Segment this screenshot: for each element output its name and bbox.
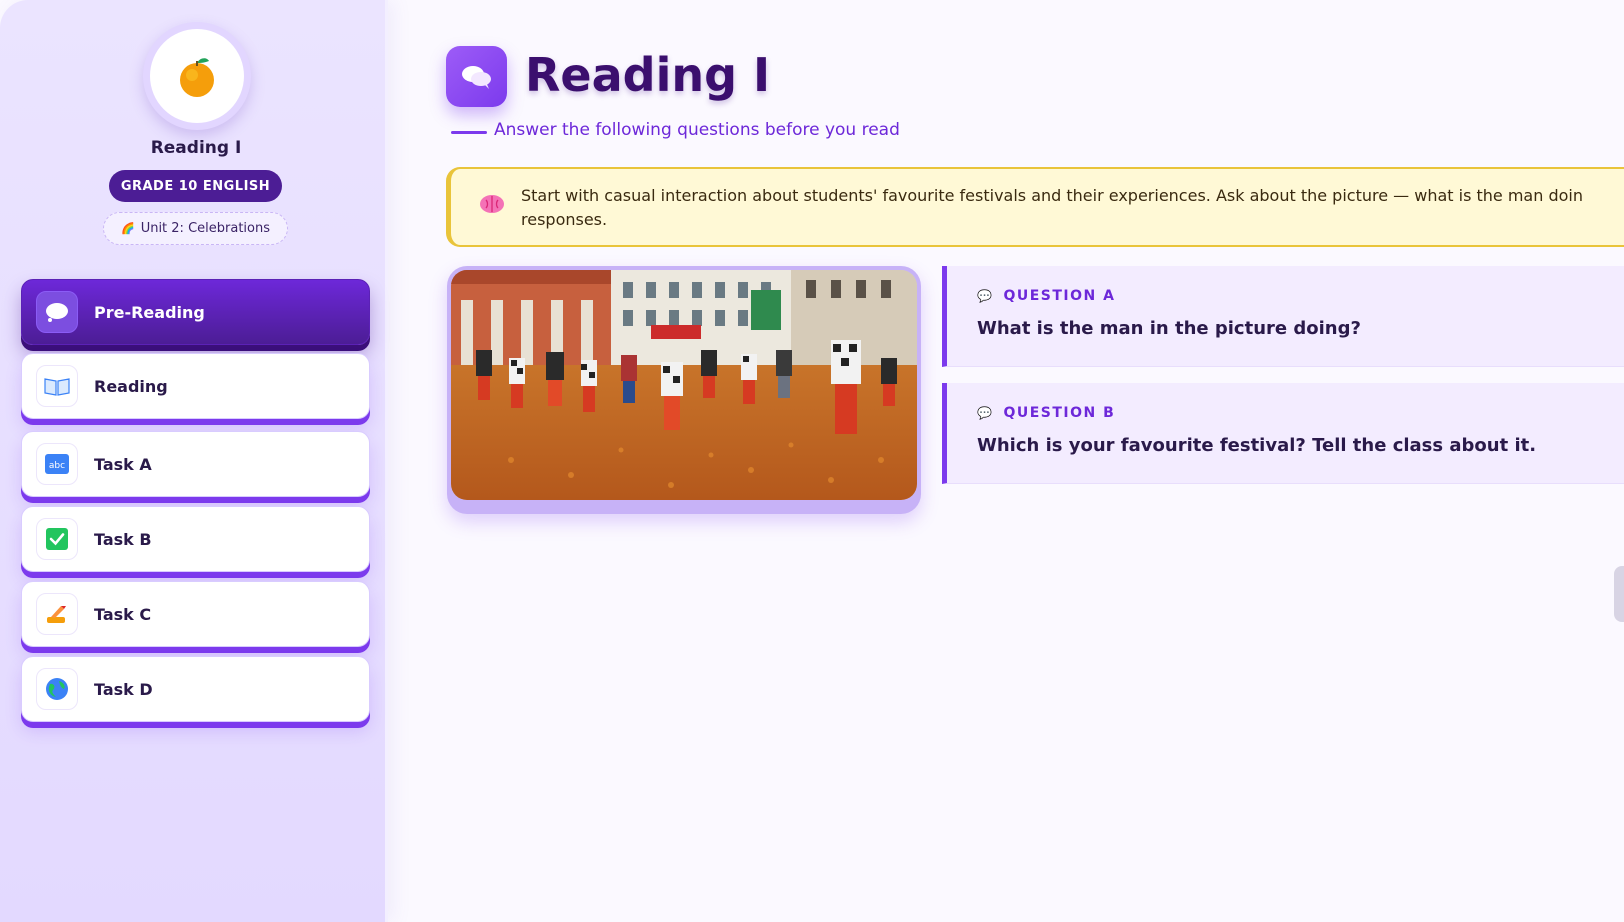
teacher-note: Start with casual interaction about stud… — [446, 167, 1624, 247]
nav-item-task-c[interactable]: Task C — [21, 581, 370, 647]
open-book-icon — [36, 365, 78, 407]
nav-item-task-b[interactable]: Task B — [21, 506, 370, 572]
speech-bubble-icon: 💬 — [977, 406, 994, 420]
rainbow-people-icon: 🌈 — [120, 222, 135, 235]
nav-item-pre-reading[interactable]: Pre-Reading — [21, 279, 370, 345]
question-b-label: QUESTION B — [1003, 405, 1116, 421]
nav-item-label: Task B — [94, 529, 152, 549]
question-a-text: What is the man in the picture doing? — [977, 318, 1361, 339]
scroll-handle[interactable] — [1614, 566, 1624, 622]
sidebar: Reading I GRADE 10 ENGLISH 🌈 Unit 2: Cel… — [0, 0, 388, 922]
page-title: Reading I — [525, 48, 771, 102]
app-window: Reading I GRADE 10 ENGLISH 🌈 Unit 2: Cel… — [0, 0, 1624, 922]
question-a-tag: 💬 QUESTION A — [977, 288, 1115, 304]
nav-item-reading[interactable]: Reading — [21, 353, 370, 419]
writing-hand-icon — [36, 593, 78, 635]
nav-item-task-d[interactable]: Task D — [21, 656, 370, 722]
thought-bubble-icon — [36, 291, 78, 333]
nav-item-label: Task C — [94, 604, 152, 624]
nav-item-label: Reading — [94, 376, 168, 396]
page-subtitle: Answer the following questions before yo… — [494, 120, 900, 140]
chat-bubbles-icon — [446, 46, 507, 107]
check-box-icon — [36, 518, 78, 560]
festival-photo-card — [447, 266, 921, 514]
sidebar-title: Reading I — [150, 138, 242, 158]
avatar — [143, 22, 251, 130]
unit-badge-label: Unit 2: Celebrations — [140, 221, 270, 236]
abc-icon: abc — [36, 443, 78, 485]
question-b-tag: 💬 QUESTION B — [977, 405, 1115, 421]
main-content: Reading I Answer the following questions… — [392, 0, 1624, 922]
unit-badge: 🌈 Unit 2: Celebrations — [103, 212, 288, 245]
question-b-card: 💬 QUESTION B Which is your favourite fes… — [942, 383, 1624, 484]
nav-item-label: Task D — [94, 679, 153, 699]
grade-badge: GRADE 10 ENGLISH — [109, 170, 282, 202]
festival-crowd-photo — [451, 270, 917, 500]
question-b-text: Which is your favourite festival? Tell t… — [977, 435, 1537, 456]
nav-item-task-a[interactable]: abc Task A — [21, 431, 370, 497]
orange-fruit-icon — [150, 29, 244, 123]
teacher-note-text: Start with casual interaction about stud… — [521, 186, 1583, 229]
brain-icon — [479, 193, 507, 220]
globe-icon — [36, 668, 78, 710]
speech-bubble-icon: 💬 — [977, 289, 994, 303]
question-a-label: QUESTION A — [1003, 288, 1116, 304]
nav-item-label: Pre-Reading — [94, 302, 205, 322]
nav-item-label: Task A — [94, 454, 152, 474]
question-a-card: 💬 QUESTION A What is the man in the pict… — [942, 266, 1624, 367]
subtitle-divider — [451, 131, 487, 134]
svg-text:abc: abc — [49, 461, 65, 471]
